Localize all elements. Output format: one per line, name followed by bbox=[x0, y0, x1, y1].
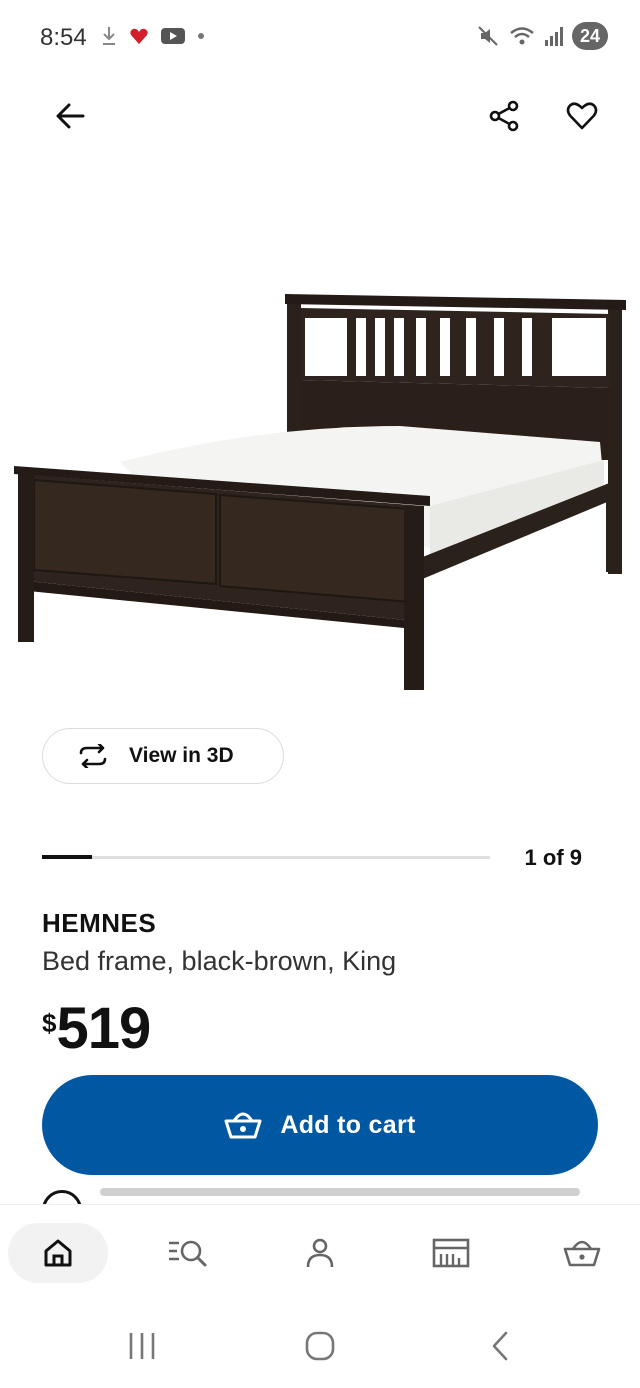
nav-cart[interactable] bbox=[532, 1223, 632, 1283]
profile-icon bbox=[306, 1238, 334, 1268]
product-price: $ 519 bbox=[42, 996, 151, 1061]
product-name: HEMNES bbox=[42, 908, 157, 938]
heart-app-icon bbox=[130, 28, 148, 44]
add-to-cart-button[interactable]: Add to cart bbox=[42, 1075, 598, 1175]
nav-store[interactable] bbox=[401, 1223, 501, 1283]
system-recents-button[interactable] bbox=[112, 1322, 172, 1370]
back-button[interactable] bbox=[42, 88, 98, 144]
add-to-cart-label: Add to cart bbox=[280, 1110, 416, 1139]
status-notification-icons bbox=[100, 24, 206, 48]
nav-home[interactable] bbox=[8, 1223, 108, 1283]
dot-icon bbox=[198, 33, 204, 39]
nav-search[interactable] bbox=[138, 1223, 238, 1283]
download-icon bbox=[103, 27, 115, 45]
favorite-button[interactable] bbox=[554, 88, 610, 144]
bed-frame-image bbox=[14, 294, 626, 690]
system-nav bbox=[0, 1304, 640, 1388]
image-pager-indicator bbox=[42, 855, 92, 859]
product-description: Bed frame, black-brown, King bbox=[42, 946, 397, 976]
system-back-button[interactable] bbox=[470, 1322, 530, 1370]
search-list-icon bbox=[169, 1240, 207, 1267]
battery-indicator: 24 bbox=[572, 22, 608, 50]
heart-outline-icon bbox=[566, 102, 598, 130]
top-bar bbox=[0, 88, 640, 144]
cart-icon bbox=[563, 1240, 601, 1267]
availability-info-text bbox=[100, 1188, 580, 1196]
home-circle-icon bbox=[305, 1331, 335, 1361]
status-bar: 8:54 24 bbox=[0, 0, 640, 76]
signal-icon bbox=[545, 27, 563, 46]
image-pager-track[interactable] bbox=[42, 855, 490, 859]
availability-info-row bbox=[42, 1186, 602, 1204]
bottom-nav bbox=[0, 1204, 640, 1304]
system-home-button[interactable] bbox=[290, 1322, 350, 1370]
arrow-left-icon bbox=[56, 103, 85, 129]
wifi-icon bbox=[510, 27, 534, 45]
share-icon bbox=[489, 100, 519, 132]
view-in-3d-button[interactable]: View in 3D bbox=[42, 728, 284, 784]
store-icon bbox=[432, 1238, 470, 1268]
youtube-icon bbox=[161, 28, 185, 44]
share-button[interactable] bbox=[476, 88, 532, 144]
image-pager-count: 1 of 9 bbox=[524, 845, 582, 870]
home-icon bbox=[44, 1239, 72, 1267]
recents-icon bbox=[129, 1333, 155, 1359]
view-in-3d-label: View in 3D bbox=[129, 744, 234, 767]
product-page: 8:54 24 View in 3D 1 of 9 HEMNES Bed fra… bbox=[0, 0, 640, 1388]
mute-icon bbox=[478, 26, 498, 46]
product-image[interactable] bbox=[0, 230, 640, 710]
price-currency: $ bbox=[42, 1008, 57, 1038]
back-chevron-icon bbox=[492, 1331, 508, 1361]
status-time: 8:54 bbox=[40, 24, 87, 51]
price-value: 519 bbox=[56, 996, 151, 1061]
nav-profile[interactable] bbox=[270, 1223, 370, 1283]
status-system-icons: 24 bbox=[476, 22, 608, 50]
rotate-3d-icon bbox=[79, 744, 107, 768]
basket-icon bbox=[224, 1112, 262, 1139]
info-icon bbox=[42, 1190, 82, 1204]
